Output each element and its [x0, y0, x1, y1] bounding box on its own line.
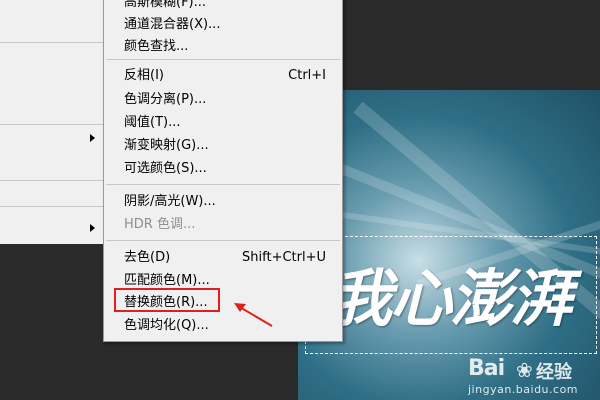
- menu-item-color-lookup[interactable]: 颜色查找...: [104, 36, 342, 58]
- menu-separator: [106, 184, 340, 185]
- menu-separator: [0, 206, 104, 207]
- menu-item-equalize[interactable]: 色调均化(Q)...: [104, 315, 342, 337]
- menu-separator: [106, 59, 340, 60]
- menu-item-gaussian-blur[interactable]: 高斯模糊(F)...: [104, 0, 342, 14]
- menu-item-gradient-map[interactable]: 渐变映射(G)...: [104, 135, 342, 157]
- parent-menu-panel: [0, 0, 105, 244]
- menu-separator: [0, 42, 104, 43]
- baidu-jingyan-watermark: Bai ❀ 经验 jingyan.baidu.com: [468, 356, 598, 398]
- menu-item-shadows-highlights[interactable]: 阴影/高光(W)...: [104, 191, 342, 213]
- replace-color-highlight-box: [114, 288, 220, 312]
- watermark-logo: Bai: [468, 356, 505, 381]
- annotation-arrow-icon: [234, 303, 273, 327]
- watermark-url: jingyan.baidu.com: [468, 383, 579, 396]
- menu-item-desaturate[interactable]: 去色(D) Shift+Ctrl+U: [104, 247, 342, 269]
- menu-separator: [106, 240, 340, 241]
- marquee-selection[interactable]: [305, 236, 597, 354]
- menu-item-posterize[interactable]: 色调分离(P)...: [104, 89, 342, 111]
- menu-item-channel-mixer[interactable]: 通道混合器(X)...: [104, 14, 342, 36]
- paw-icon: ❀: [516, 358, 533, 382]
- menu-item-threshold[interactable]: 阈值(T)...: [104, 112, 342, 134]
- menu-separator: [0, 124, 104, 125]
- menu-item-hdr-toning: HDR 色调...: [124, 217, 196, 232]
- menu-item-selective-color[interactable]: 可选颜色(S)...: [104, 158, 342, 180]
- submenu-arrow-icon: [90, 134, 95, 142]
- menu-separator: [0, 180, 104, 181]
- watermark-suffix: 经验: [536, 362, 572, 383]
- menu-item-invert[interactable]: 反相(I) Ctrl+I: [104, 65, 342, 87]
- submenu-arrow-icon: [90, 224, 95, 232]
